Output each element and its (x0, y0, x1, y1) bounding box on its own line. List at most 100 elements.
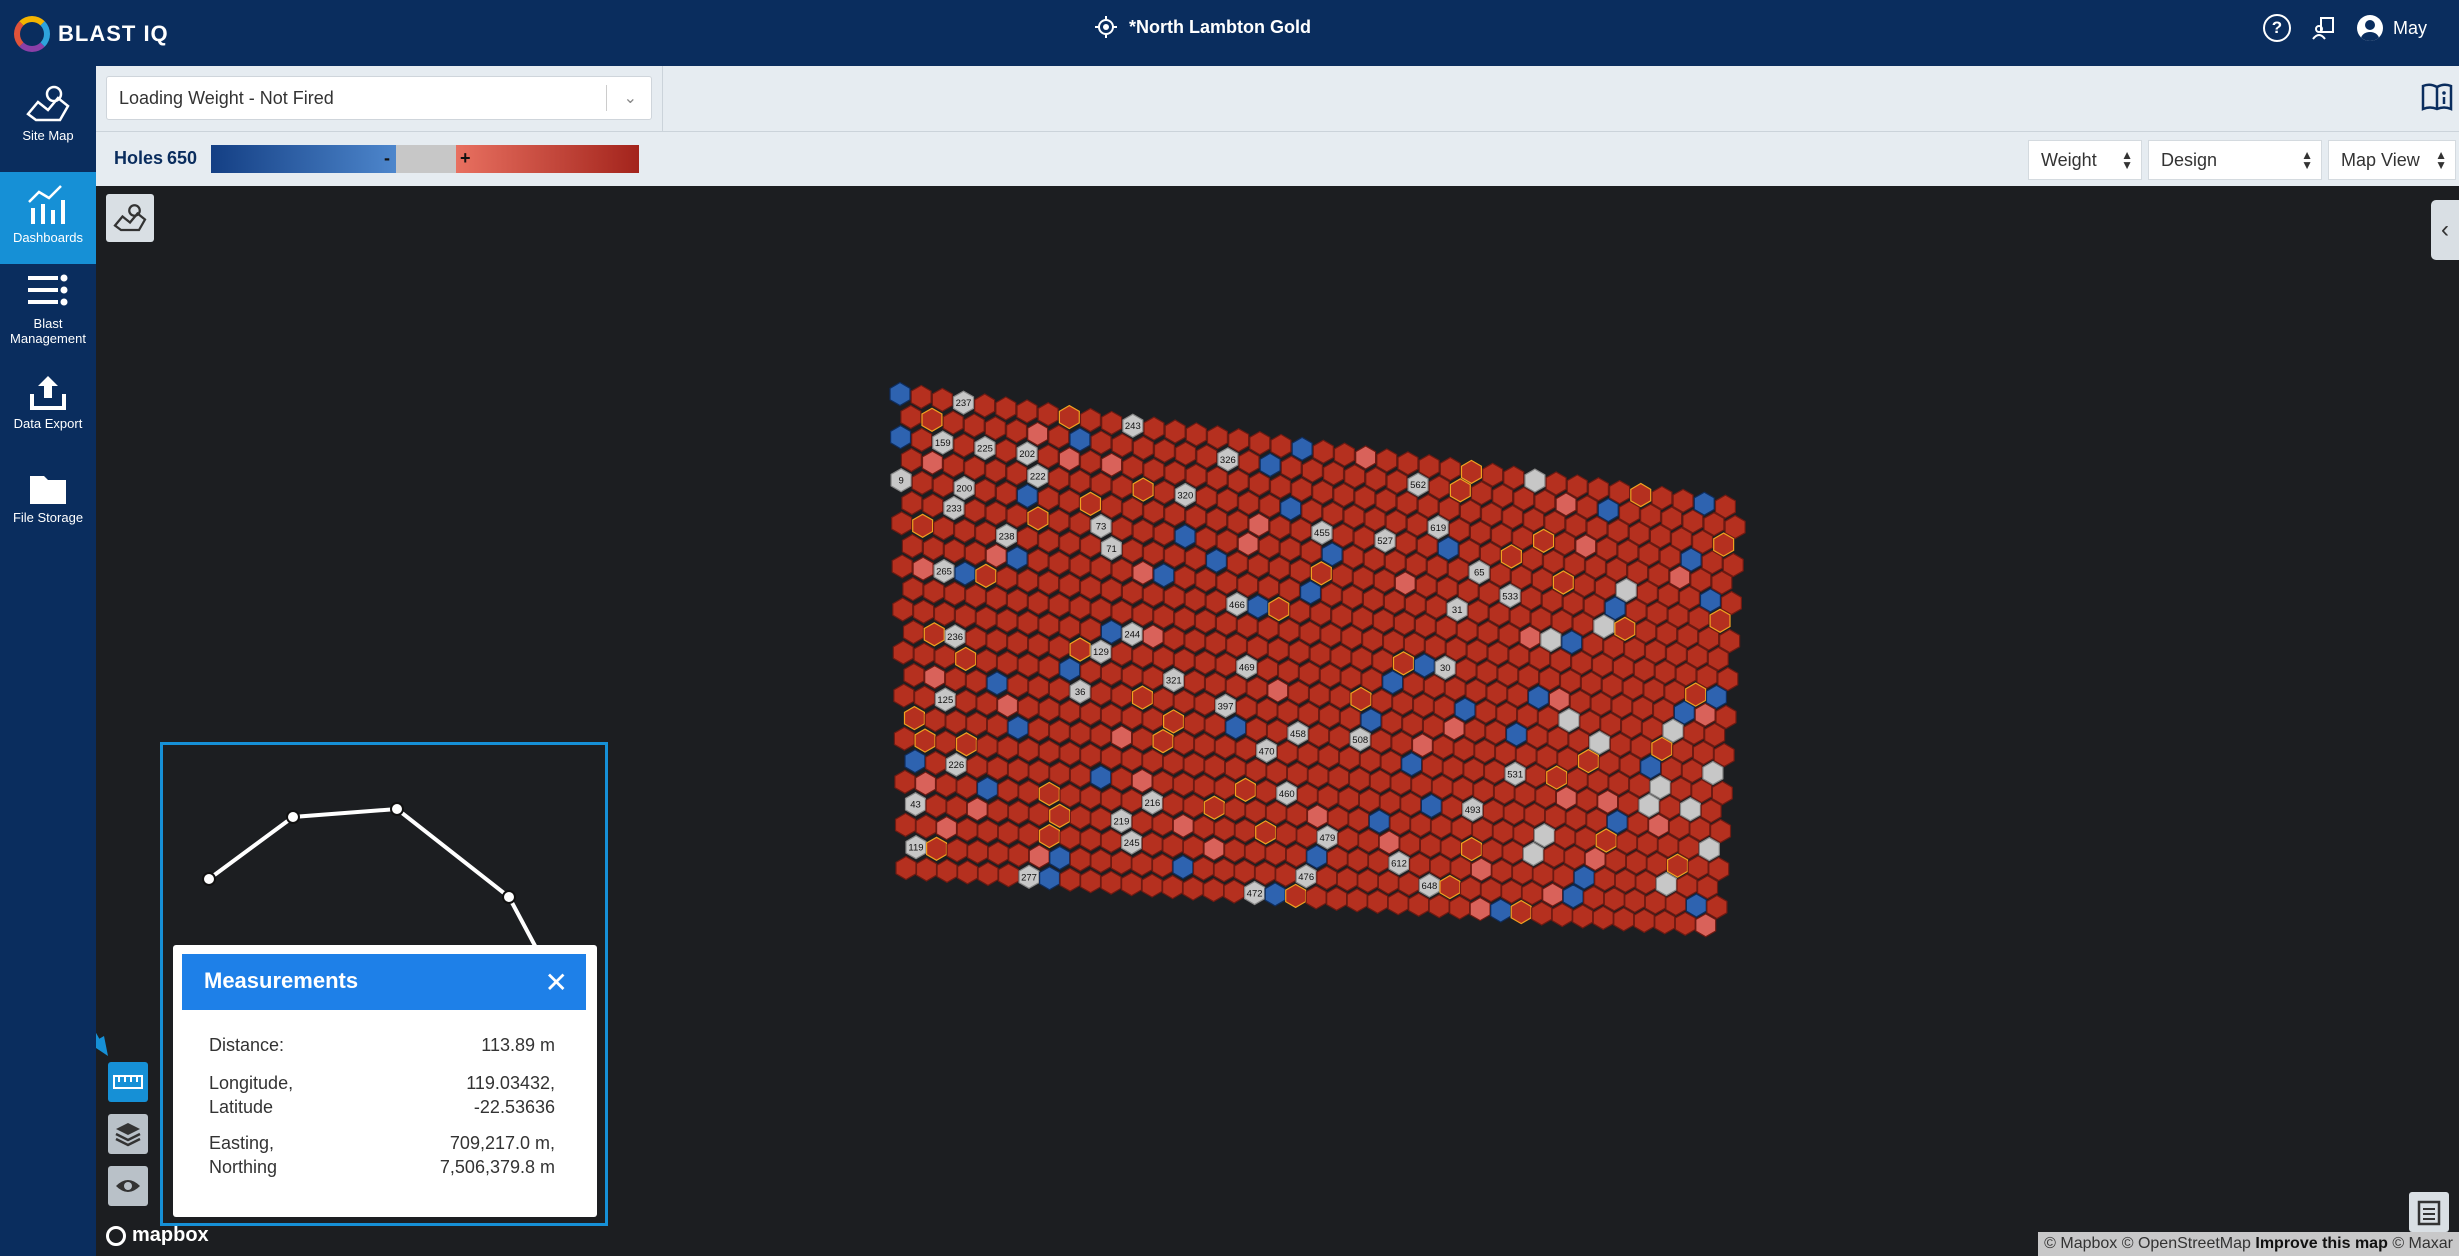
blast-hole[interactable] (1652, 698, 1675, 723)
blast-hole[interactable] (964, 541, 986, 566)
blast-hole[interactable] (1069, 511, 1091, 536)
blast-hole[interactable] (1699, 588, 1722, 613)
blast-hole[interactable] (1474, 739, 1496, 764)
blast-hole[interactable] (1711, 780, 1733, 806)
blast-hole[interactable] (1321, 542, 1343, 567)
blast-hole[interactable] (1536, 744, 1558, 770)
blast-hole[interactable] (1554, 531, 1576, 556)
blast-hole[interactable]: 648 (1418, 873, 1441, 898)
blast-hole[interactable] (1286, 802, 1308, 827)
blast-hole[interactable]: 244 (1121, 621, 1143, 647)
blast-hole[interactable] (1194, 609, 1217, 634)
blast-hole[interactable] (1352, 566, 1374, 591)
blast-hole[interactable]: 470 (1256, 738, 1278, 763)
blast-hole[interactable] (1400, 791, 1422, 817)
blast-hole[interactable]: 455 (1311, 520, 1333, 545)
blast-hole[interactable] (1552, 863, 1575, 889)
blast-hole[interactable] (1405, 552, 1427, 577)
blast-hole[interactable] (1392, 651, 1415, 676)
blast-hole[interactable] (1417, 493, 1439, 519)
blast-hole[interactable] (1654, 659, 1676, 685)
blast-hole[interactable] (1267, 637, 1289, 662)
blast-hole[interactable] (1214, 734, 1236, 760)
blast-hole[interactable] (1531, 567, 1553, 593)
blast-hole[interactable] (1419, 833, 1441, 858)
blast-hole[interactable] (1464, 718, 1486, 743)
blast-hole[interactable]: 508 (1349, 727, 1371, 752)
blast-hole[interactable] (1486, 680, 1508, 706)
blast-hole[interactable] (1422, 714, 1444, 739)
report-icon[interactable] (2311, 15, 2337, 41)
blast-hole[interactable] (1594, 867, 1616, 892)
blast-hole[interactable] (922, 493, 944, 518)
blast-hole[interactable] (1526, 724, 1548, 749)
blast-hole[interactable] (1680, 547, 1702, 572)
blast-hole[interactable] (1132, 602, 1154, 627)
blast-hole[interactable] (932, 473, 954, 498)
blast-hole[interactable] (1348, 767, 1371, 792)
blast-hole[interactable] (1359, 748, 1381, 773)
blast-hole[interactable] (1164, 502, 1186, 527)
blast-hole[interactable] (1501, 504, 1524, 530)
blast-hole[interactable] (1707, 646, 1729, 671)
blast-hole[interactable] (1327, 805, 1349, 831)
blast-hole[interactable] (1237, 490, 1260, 516)
blast-hole[interactable] (914, 728, 936, 753)
blast-hole[interactable] (1396, 491, 1418, 516)
blast-hole[interactable] (1390, 771, 1412, 796)
blast-hole[interactable] (1193, 732, 1216, 758)
blast-hole[interactable] (1016, 399, 1038, 424)
blast-hole[interactable] (1143, 416, 1165, 441)
blast-hole[interactable] (1695, 913, 1717, 938)
blast-hole[interactable]: 479 (1316, 825, 1339, 850)
blast-hole[interactable] (900, 447, 922, 473)
blast-hole[interactable] (1372, 648, 1394, 674)
blast-hole[interactable] (891, 554, 913, 579)
blast-hole[interactable] (997, 735, 1019, 761)
blast-hole[interactable] (1559, 669, 1582, 694)
blast-hole[interactable] (1584, 846, 1606, 872)
blast-hole[interactable] (1172, 854, 1194, 880)
blast-hole[interactable] (1682, 509, 1704, 534)
blast-hole[interactable] (1027, 675, 1050, 700)
blast-hole[interactable] (1228, 428, 1250, 453)
blast-hole[interactable] (1420, 793, 1442, 819)
blast-hole[interactable] (1258, 575, 1280, 600)
blast-hole[interactable] (1122, 455, 1144, 480)
blast-hole[interactable] (1183, 711, 1205, 736)
blast-hole[interactable] (1079, 869, 1102, 894)
blast-hole[interactable] (1632, 696, 1654, 721)
blast-hole[interactable] (996, 693, 1019, 718)
brand-logo[interactable]: BLAST IQ (14, 14, 169, 54)
blast-hole[interactable] (1277, 699, 1299, 725)
blast-hole[interactable] (1442, 755, 1464, 781)
blast-hole[interactable]: 469 (1236, 654, 1258, 680)
blast-hole[interactable] (1532, 862, 1554, 887)
blast-hole[interactable] (1278, 577, 1301, 603)
blast-hole[interactable] (1545, 471, 1567, 496)
visibility-button[interactable] (108, 1166, 148, 1206)
blast-hole[interactable] (1582, 632, 1604, 657)
blast-hole[interactable] (1194, 691, 1216, 716)
blast-hole[interactable] (1478, 581, 1500, 606)
blast-hole[interactable] (1331, 603, 1353, 629)
blast-hole[interactable] (1380, 750, 1402, 775)
blast-hole[interactable] (1333, 442, 1356, 467)
blast-hole[interactable] (1678, 835, 1700, 860)
blast-hole[interactable] (1606, 809, 1628, 835)
blast-hole[interactable] (932, 516, 955, 541)
blast-hole[interactable] (1449, 895, 1471, 920)
blast-hole[interactable] (1562, 591, 1584, 616)
blast-hole[interactable] (1037, 402, 1059, 427)
blast-hole[interactable] (1670, 526, 1693, 552)
maxar-credit[interactable]: © Maxar (2392, 1235, 2453, 1252)
blast-hole[interactable] (1058, 573, 1081, 598)
blast-hole[interactable] (1565, 513, 1587, 538)
blast-hole[interactable] (1689, 817, 1711, 842)
blast-hole[interactable]: 245 (1121, 830, 1143, 855)
blast-hole[interactable] (1255, 779, 1277, 804)
blast-hole[interactable] (1425, 594, 1447, 620)
blast-hole[interactable] (1006, 461, 1028, 486)
blast-hole[interactable] (1259, 452, 1281, 478)
blast-hole[interactable] (1586, 515, 1608, 541)
